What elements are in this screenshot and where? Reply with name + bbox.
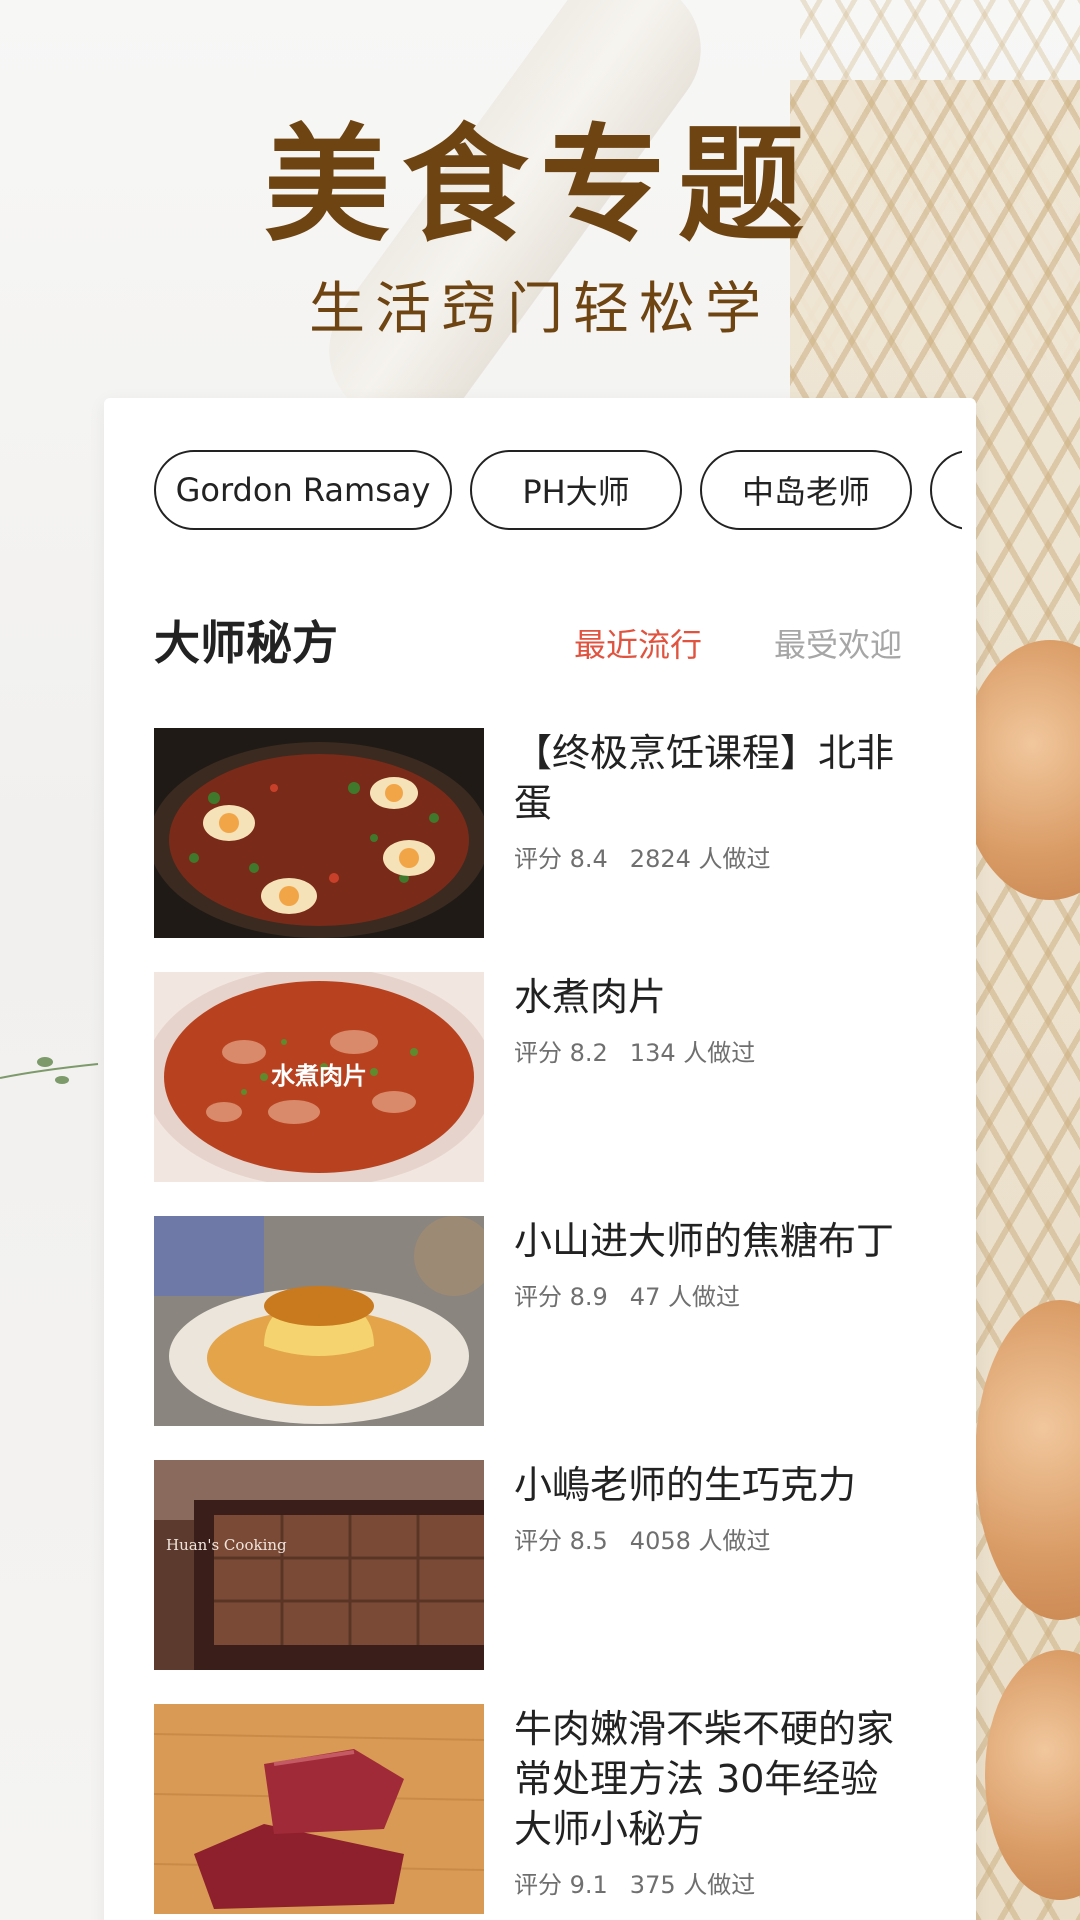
recipe-thumbnail-shakshuka [154,728,484,938]
recipe-rating: 评分 9.1 [514,1871,608,1899]
recipe-meta: 评分 8.5 4058 人做过 [514,1524,914,1558]
recipe-made-count: 134 人做过 [629,1039,756,1067]
recipe-rating: 评分 8.5 [514,1527,608,1555]
recipe-meta: 评分 8.2 134 人做过 [514,1036,914,1070]
recipe-item[interactable]: 小山进大师的焦糖布丁 评分 8.9 47 人做过 [154,1216,934,1460]
recipe-thumbnail-pudding [154,1216,484,1426]
recipe-thumbnail-chocolate: Huan's Cooking [154,1460,484,1670]
recipe-item[interactable]: 牛肉嫩滑不柴不硬的家常处理方法 30年经验大师小秘方 评分 9.1 375 人做过 [154,1704,934,1920]
recipe-rating: 评分 8.9 [514,1283,608,1311]
recipe-info: 牛肉嫩滑不柴不硬的家常处理方法 30年经验大师小秘方 评分 9.1 375 人做过 [514,1704,914,1902]
chef-chip-nakashima[interactable]: 中岛老师 [700,450,912,530]
chef-chip-gordon-ramsay[interactable]: Gordon Ramsay [154,450,452,530]
recipe-item[interactable]: Huan's Cooking 小嶋老师的生巧克力 评分 8.5 4058 人做过 [154,1460,934,1704]
recipe-info: 小嶋老师的生巧克力 评分 8.5 4058 人做过 [514,1460,914,1558]
recipe-item[interactable]: 水煮肉片 水煮肉片 评分 8.2 134 人做过 [154,972,934,1216]
recipe-thumbnail-boiled-pork: 水煮肉片 [154,972,484,1182]
recipe-title: 水煮肉片 [514,975,667,1019]
chef-chip-partial[interactable]: J [930,450,962,530]
tab-recent[interactable]: 最近流行 [574,620,702,670]
recipe-made-count: 47 人做过 [629,1283,740,1311]
section-title: 大师秘方 [154,616,338,670]
recipe-rating: 评分 8.4 [514,845,608,873]
thumbnail-caption: Huan's Cooking [166,1536,287,1554]
chef-chip-ph[interactable]: PH大师 [470,450,682,530]
section-header: 大师秘方 最近流行 最受欢迎 [154,608,924,678]
thumbnail-caption: 水煮肉片 [271,1062,367,1090]
tab-popular[interactable]: 最受欢迎 [774,620,902,670]
herb-sprig-decoration [0,1057,99,1084]
recipe-info: 【终极烹饪课程】北非蛋 评分 8.4 2824 人做过 [514,728,914,876]
chef-filter-bar: Gordon Ramsay PH大师 中岛老师 J [154,450,962,530]
recipe-title: 小嶋老师的生巧克力 [514,1463,857,1507]
recipe-info: 水煮肉片 评分 8.2 134 人做过 [514,972,914,1070]
content-card: Gordon Ramsay PH大师 中岛老师 J 大师秘方 最近流行 最受欢迎 [104,398,976,1920]
recipe-title: 【终极烹饪课程】北非蛋 [514,731,895,825]
recipe-meta: 评分 9.1 375 人做过 [514,1868,914,1902]
page-subtitle: 生活窍门轻松学 [309,277,771,342]
recipe-rating: 评分 8.2 [514,1039,608,1067]
page-header: 美食专题 生活窍门轻松学 [0,110,1080,340]
recipe-list: 【终极烹饪课程】北非蛋 评分 8.4 2824 人做过 水煮肉片 水煮肉片 评分… [154,728,934,1920]
recipe-made-count: 2824 人做过 [629,845,771,873]
recipe-title: 小山进大师的焦糖布丁 [514,1219,895,1263]
recipe-made-count: 4058 人做过 [629,1527,771,1555]
recipe-meta: 评分 8.9 47 人做过 [514,1280,914,1314]
recipe-meta: 评分 8.4 2824 人做过 [514,842,914,876]
recipe-made-count: 375 人做过 [629,1871,756,1899]
recipe-thumbnail-beef [154,1704,484,1914]
recipe-info: 小山进大师的焦糖布丁 评分 8.9 47 人做过 [514,1216,914,1314]
recipe-title: 牛肉嫩滑不柴不硬的家常处理方法 30年经验大师小秘方 [514,1707,895,1851]
recipe-item[interactable]: 【终极烹饪课程】北非蛋 评分 8.4 2824 人做过 [154,728,934,972]
page-title: 美食专题 [264,111,816,259]
